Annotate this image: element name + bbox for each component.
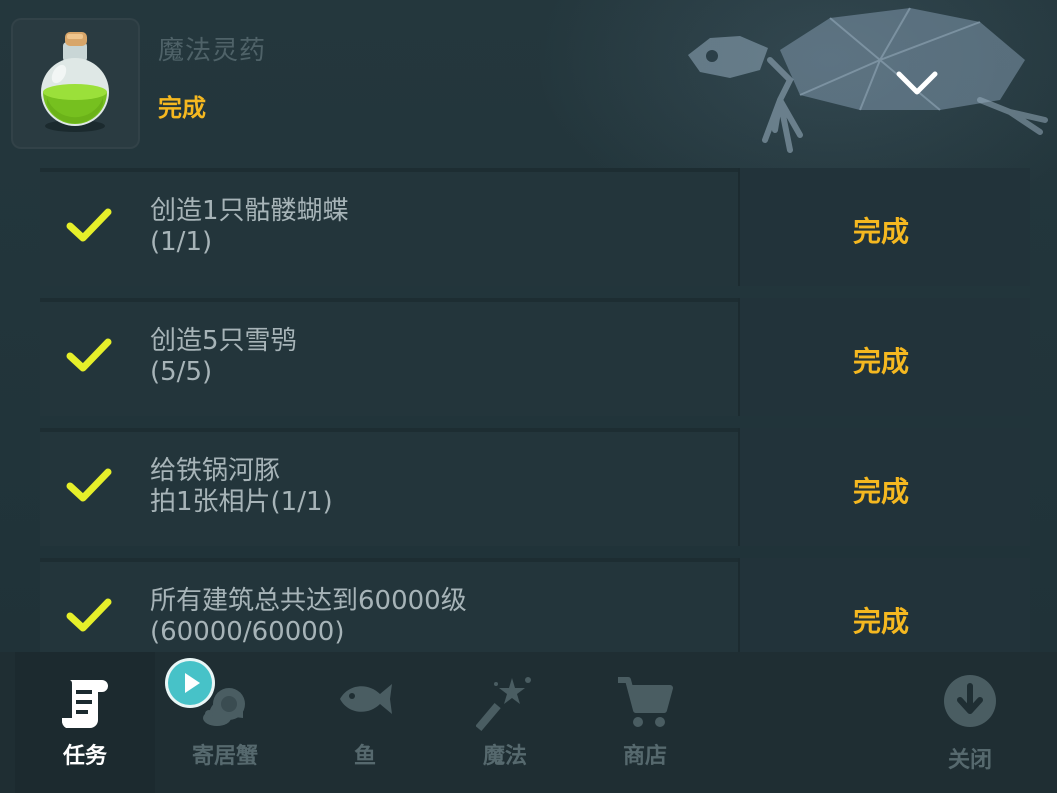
tab-tasks[interactable]: 任务	[15, 652, 155, 793]
task-description: 所有建筑总共达到60000级 (60000/60000)	[150, 586, 467, 648]
quest-status: 完成	[158, 94, 206, 122]
task-line-2: (5/5)	[150, 357, 213, 387]
chevron-down-icon	[896, 71, 938, 95]
tab-label: 关闭	[947, 748, 992, 773]
cart-icon	[618, 677, 673, 727]
tab-label: 寄居蟹	[191, 744, 258, 769]
fish-icon	[340, 684, 392, 714]
task-description: 给铁锅河豚 拍1张相片(1/1)	[150, 456, 333, 518]
magic-wand-icon	[476, 677, 531, 732]
quest-title: 魔法灵药	[158, 36, 267, 66]
task-status: 完成	[853, 605, 910, 638]
quest-icon-frame	[11, 18, 140, 149]
task-status: 完成	[853, 215, 910, 248]
task-status: 完成	[853, 475, 910, 508]
tab-label: 鱼	[353, 744, 376, 769]
task-status: 完成	[853, 345, 910, 378]
task-line-1: 创造5只雪鸮	[150, 326, 297, 356]
task-line-2: (60000/60000)	[150, 617, 345, 647]
task-row: 给铁锅河豚 拍1张相片(1/1) 完成	[40, 420, 1030, 546]
task-description: 创造1只骷髅蝴蝶 (1/1)	[150, 196, 349, 258]
play-badge[interactable]	[168, 661, 212, 705]
task-line-1: 创造1只骷髅蝴蝶	[150, 196, 349, 226]
tab-close[interactable]: 关闭	[900, 652, 1040, 793]
task-row: 创造5只雪鸮 (5/5) 完成	[40, 290, 1030, 416]
potion-icon	[41, 32, 109, 132]
collapse-button[interactable]	[888, 58, 946, 108]
bottom-tab-bar: 任务 寄居蟹 鱼 魔法 商店 关闭	[0, 652, 1057, 793]
tab-label: 商店	[622, 744, 667, 769]
tab-magic[interactable]: 魔法	[435, 652, 575, 793]
checkmark-icon	[66, 598, 112, 632]
checkmark-icon	[66, 208, 112, 242]
play-icon	[185, 673, 200, 693]
close-arrow-icon	[944, 675, 996, 727]
checkmark-icon	[66, 468, 112, 502]
task-line-1: 给铁锅河豚	[150, 456, 281, 486]
tab-label: 魔法	[482, 744, 527, 769]
task-row: 创造1只骷髅蝴蝶 (1/1) 完成	[40, 160, 1030, 286]
task-line-2: 拍1张相片(1/1)	[150, 487, 333, 517]
task-line-1: 所有建筑总共达到60000级	[150, 586, 467, 616]
tab-fish[interactable]: 鱼	[295, 652, 435, 793]
task-description: 创造5只雪鸮 (5/5)	[150, 326, 297, 388]
tab-label: 任务	[62, 744, 107, 769]
tab-shop[interactable]: 商店	[575, 652, 715, 793]
quest-header: 魔法灵药 完成	[0, 0, 1057, 160]
scroll-icon	[61, 680, 108, 728]
task-line-2: (1/1)	[150, 227, 213, 257]
checkmark-icon	[66, 338, 112, 372]
